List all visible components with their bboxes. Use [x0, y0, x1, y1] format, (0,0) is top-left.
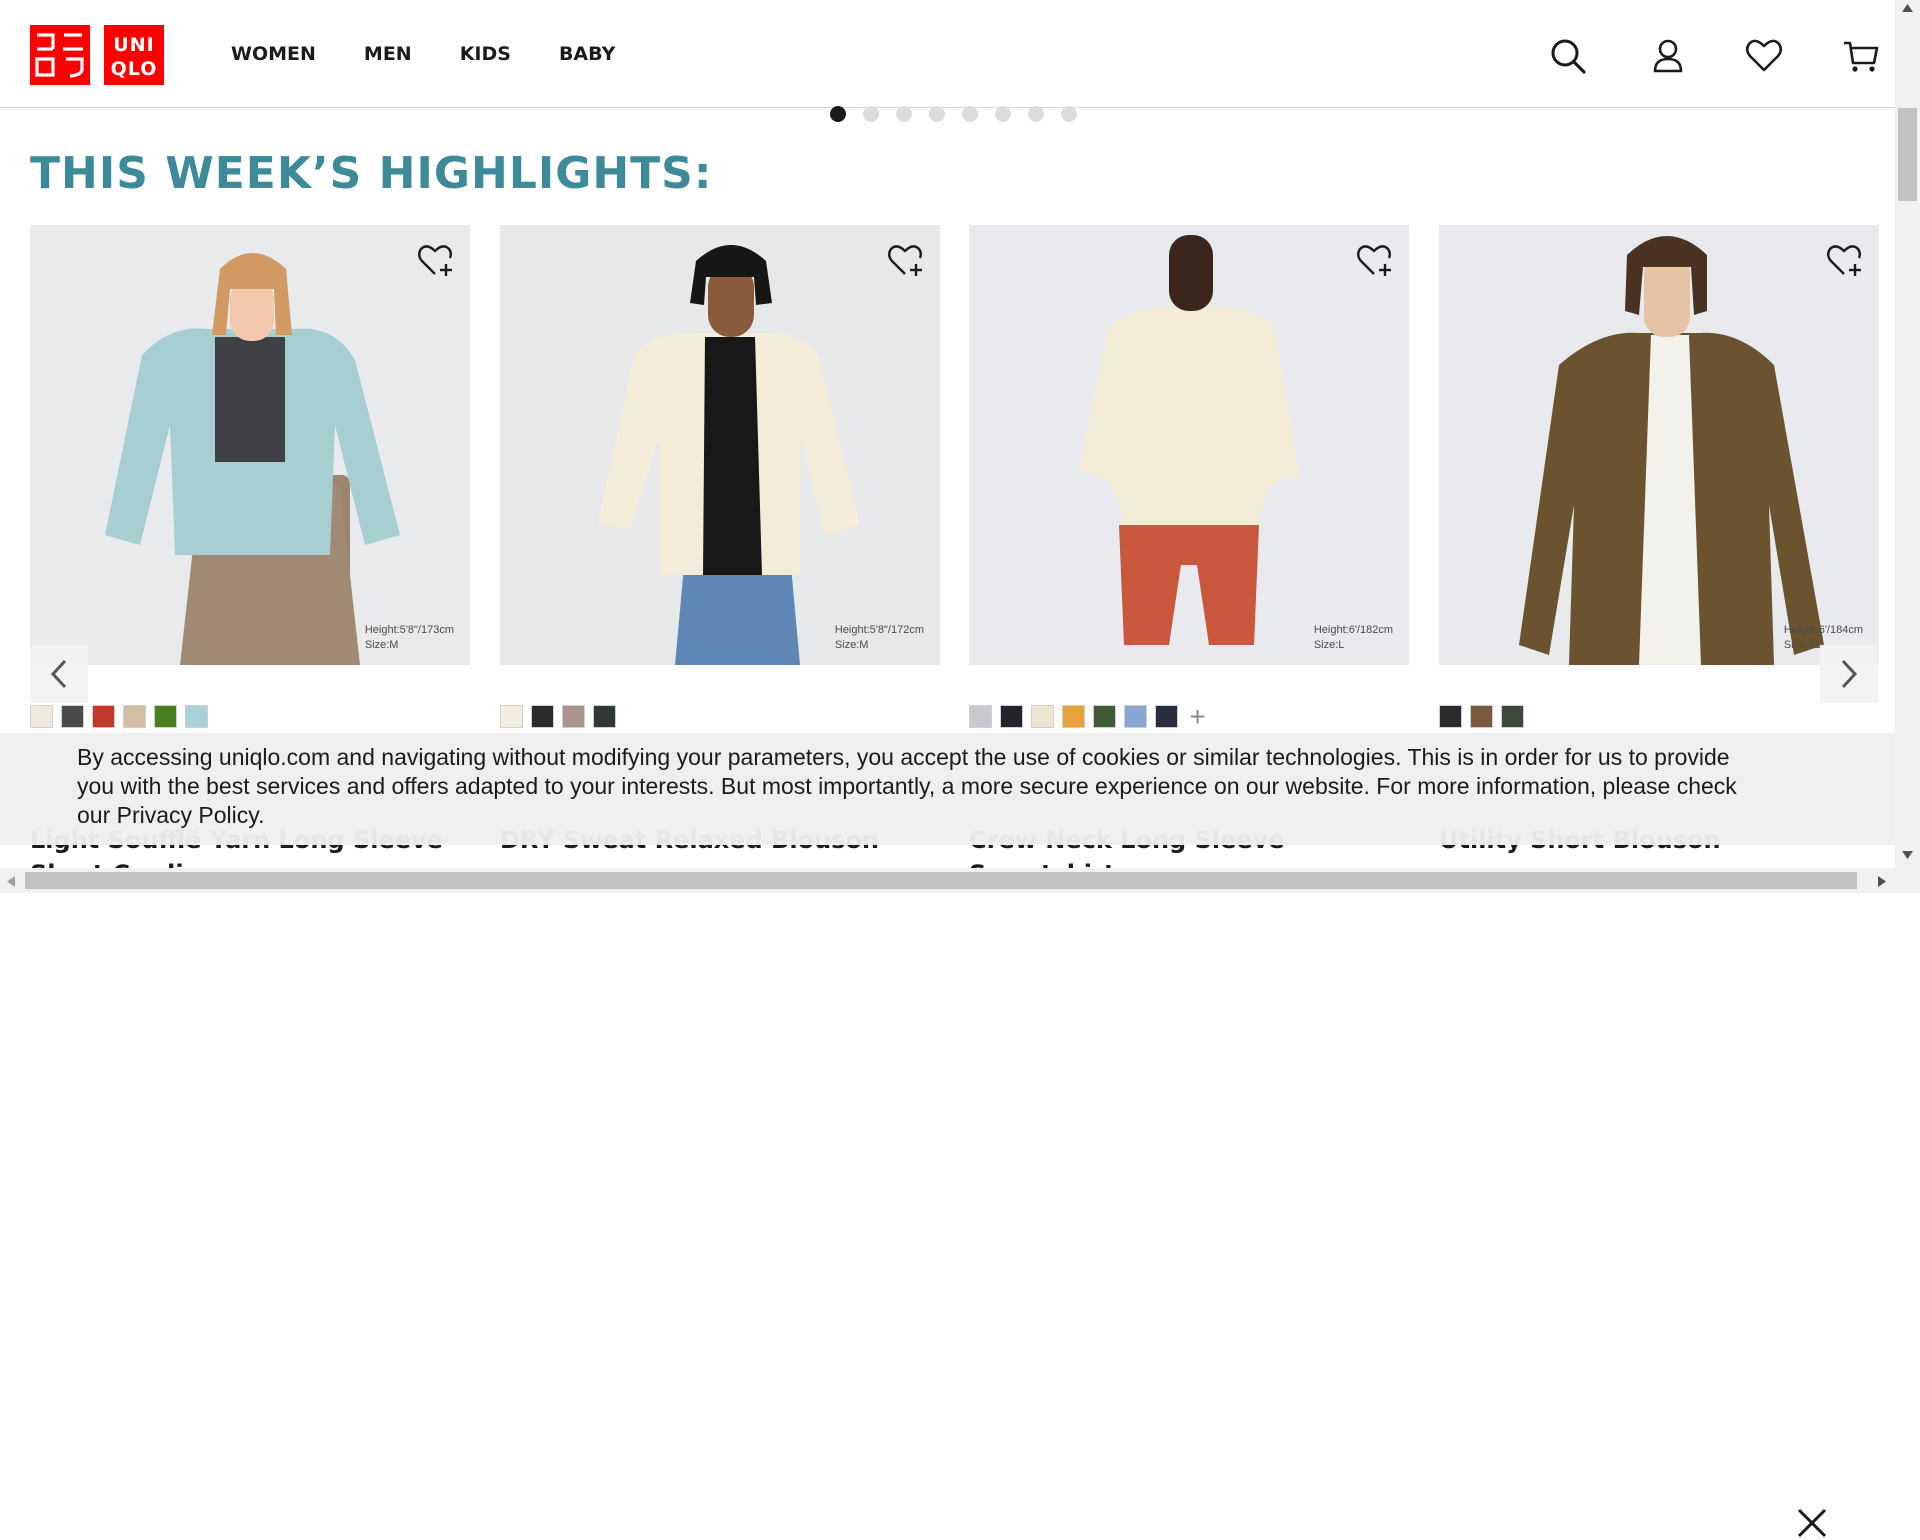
color-swatch[interactable]	[1501, 705, 1524, 728]
product-image[interactable]: Height:6'/184cm Size:XL	[1439, 225, 1879, 665]
color-swatch[interactable]	[61, 705, 84, 728]
logo-wordmark: UNI QLO	[111, 34, 158, 80]
color-swatch[interactable]	[92, 705, 115, 728]
model-height: Height:6'/182cm	[1313, 624, 1393, 636]
product-card[interactable]: Height:6'/184cm Size:XL	[1439, 225, 1879, 665]
heart-plus-icon[interactable]	[1825, 241, 1865, 281]
color-swatch[interactable]	[1470, 705, 1493, 728]
close-icon[interactable]	[1795, 1506, 1829, 1540]
color-swatches	[30, 705, 208, 728]
model-measurements: Height:5'8"/173cm Size:M	[365, 623, 454, 653]
carousel-dot[interactable]	[896, 106, 912, 122]
search-icon[interactable]	[1548, 36, 1588, 76]
carousel-dot[interactable]	[1028, 106, 1044, 122]
color-swatch[interactable]	[30, 705, 53, 728]
vertical-scrollbar[interactable]	[1895, 0, 1920, 893]
color-swatches	[1439, 705, 1524, 728]
section-title: THIS WEEK’S HIGHLIGHTS:	[30, 148, 713, 199]
chevron-left-icon	[50, 659, 67, 689]
more-colors-icon[interactable]: +	[1186, 701, 1209, 732]
color-swatch[interactable]	[531, 705, 554, 728]
color-swatch[interactable]	[1000, 705, 1023, 728]
scroll-right-arrow-icon[interactable]	[1878, 876, 1886, 887]
color-swatch[interactable]	[154, 705, 177, 728]
product-image[interactable]: Height:5'8"/172cm Size:M	[500, 225, 940, 665]
model-height: Height:6'/184cm	[1783, 624, 1863, 636]
site-header: UNI QLO WOMEN MEN KIDS BABY	[0, 0, 1895, 108]
horizontal-scroll-thumb[interactable]	[25, 872, 1857, 889]
product-card[interactable]: Height:5'8"/173cm Size:M	[30, 225, 470, 665]
color-swatch[interactable]	[123, 705, 146, 728]
color-swatch[interactable]	[1155, 705, 1178, 728]
product-card[interactable]: Height:5'8"/172cm Size:M	[500, 225, 940, 665]
product-photo-cardigan	[30, 225, 470, 665]
model-height: Height:5'8"/173cm	[364, 624, 454, 636]
product-photo-sweatshirt	[969, 225, 1409, 665]
nav-kids[interactable]: KIDS	[460, 43, 511, 65]
carousel-dot[interactable]	[863, 106, 879, 122]
nav-women[interactable]: WOMEN	[231, 43, 316, 65]
scroll-up-arrow-icon[interactable]	[1902, 4, 1913, 12]
color-swatch[interactable]	[593, 705, 616, 728]
svg-text:QLO: QLO	[111, 58, 158, 80]
vertical-scroll-thumb[interactable]	[1898, 108, 1917, 201]
model-size: Size:L	[1313, 639, 1345, 651]
model-height: Height:5'8"/172cm	[834, 624, 924, 636]
carousel-prev-button[interactable]	[30, 645, 88, 703]
main-nav: WOMEN MEN KIDS BABY	[231, 43, 615, 65]
color-swatch[interactable]	[500, 705, 523, 728]
model-measurements: Height:6'/182cm Size:L	[1314, 623, 1393, 653]
product-photo-utility-blouson	[1439, 225, 1879, 665]
color-swatch[interactable]	[185, 705, 208, 728]
scroll-left-arrow-icon[interactable]	[7, 876, 15, 887]
model-measurements: Height:5'8"/172cm Size:M	[835, 623, 924, 653]
color-swatch[interactable]	[1124, 705, 1147, 728]
carousel-next-button[interactable]	[1820, 645, 1878, 703]
svg-text:UNI: UNI	[113, 34, 154, 56]
user-icon[interactable]	[1648, 36, 1688, 76]
model-size: Size:M	[834, 639, 869, 651]
uniqlo-logo[interactable]: UNI QLO	[104, 25, 164, 85]
cart-icon[interactable]	[1841, 36, 1881, 76]
heart-plus-icon[interactable]	[1355, 241, 1395, 281]
nav-men[interactable]: MEN	[364, 43, 412, 65]
horizontal-scrollbar[interactable]	[0, 868, 1895, 893]
color-swatch[interactable]	[1093, 705, 1116, 728]
cookie-text: By accessing uniqlo.com and navigating w…	[77, 744, 1737, 828]
product-card[interactable]: Height:6'/182cm Size:L	[969, 225, 1409, 665]
color-swatches: +	[969, 701, 1209, 732]
cookie-banner: By accessing uniqlo.com and navigating w…	[0, 733, 1895, 1538]
carousel-dot[interactable]	[1061, 106, 1077, 122]
nav-baby[interactable]: BABY	[559, 43, 615, 65]
heart-icon[interactable]	[1744, 36, 1784, 76]
product-image[interactable]: Height:5'8"/173cm Size:M	[30, 225, 470, 665]
carousel-dot[interactable]	[830, 106, 846, 122]
color-swatch[interactable]	[969, 705, 992, 728]
model-size: Size:M	[364, 639, 399, 651]
logo-katakana-mark	[35, 33, 84, 78]
color-swatch[interactable]	[1031, 705, 1054, 728]
product-photo-blouson	[500, 225, 940, 665]
color-swatch[interactable]	[1439, 705, 1462, 728]
color-swatch[interactable]	[1062, 705, 1085, 728]
heart-plus-icon[interactable]	[416, 241, 456, 281]
carousel-dots	[830, 106, 1077, 122]
scroll-down-arrow-icon[interactable]	[1902, 851, 1913, 859]
carousel-dot[interactable]	[995, 106, 1011, 122]
uniqlo-logo-katakana[interactable]	[30, 25, 90, 85]
color-swatch[interactable]	[562, 705, 585, 728]
chevron-right-icon	[1841, 659, 1858, 689]
color-swatches	[500, 705, 616, 728]
carousel-dot[interactable]	[962, 106, 978, 122]
heart-plus-icon[interactable]	[886, 241, 926, 281]
product-image[interactable]: Height:6'/182cm Size:L	[969, 225, 1409, 665]
carousel-dot[interactable]	[929, 106, 945, 122]
